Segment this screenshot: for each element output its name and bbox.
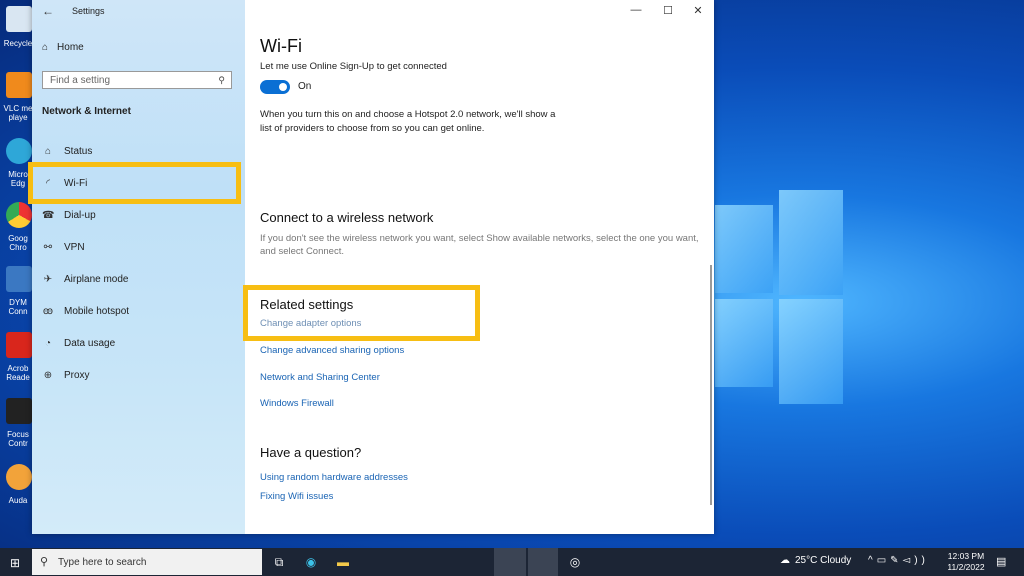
window-title: Settings (72, 6, 105, 16)
edge-icon[interactable] (6, 138, 32, 164)
sidebar-item-mobile-hotspot[interactable]: ꙭ Mobile hotspot (42, 302, 129, 320)
windows-logo-wallpaper (715, 175, 845, 415)
online-signup-label: Let me use Online Sign-Up to get connect… (260, 61, 447, 72)
home-nav-item[interactable]: ⌂ Home (42, 42, 84, 53)
toggle-state-label: On (298, 81, 312, 92)
taskbar: ⊞ ⚲ Type here to search ⧉ ◉ ▬ ◎ ☁ 25°C C… (0, 548, 1024, 576)
sidebar-item-data-usage[interactable]: ◔ Data usage (42, 334, 115, 352)
random-hardware-addresses-link[interactable]: Using random hardware addresses (260, 472, 408, 483)
connect-heading: Connect to a wireless network (260, 210, 434, 225)
network-sharing-center-link[interactable]: Network and Sharing Center (260, 372, 380, 383)
connect-description: If you don't see the wireless network yo… (260, 233, 699, 257)
taskbar-search-placeholder: Type here to search (58, 557, 147, 568)
fixing-wifi-issues-link[interactable]: Fixing Wifi issues (260, 491, 333, 502)
cloud-icon: ☁ (780, 555, 790, 566)
desktop-label: Recycle (3, 39, 33, 48)
sidebar-item-label: Airplane mode (64, 273, 129, 285)
taskbar-app[interactable] (528, 548, 558, 576)
question-heading: Have a question? (260, 445, 362, 460)
sidebar-item-status[interactable]: ⌂ Status (42, 142, 92, 160)
search-icon: ⚲ (40, 556, 49, 568)
home-label: Home (57, 42, 84, 53)
main-content: Wi-Fi Let me use Online Sign-Up to get c… (243, 0, 714, 534)
file-explorer-icon[interactable]: ▬ (334, 553, 352, 571)
search-icon: ⚲ (218, 75, 225, 85)
scrollbar[interactable] (710, 265, 712, 505)
vpn-icon: ⚯ (43, 241, 53, 253)
sidebar-item-label: VPN (64, 241, 85, 253)
sidebar-item-vpn[interactable]: ⚯ VPN (42, 238, 85, 256)
page-title: Wi-Fi (260, 36, 302, 56)
sidebar-item-label: Status (64, 145, 93, 157)
desktop-label: Auda (8, 496, 28, 505)
sidebar-item-proxy[interactable]: ⊕ Proxy (42, 366, 90, 384)
notification-icon[interactable]: ▤ (996, 555, 1006, 568)
dymo-icon[interactable] (6, 266, 32, 292)
sidebar-item-label: Data usage (64, 337, 116, 349)
change-advanced-sharing-link[interactable]: Change advanced sharing options (260, 345, 404, 356)
home-icon: ⌂ (42, 42, 49, 53)
section-title: Network & Internet (42, 106, 131, 117)
recycle-bin-icon[interactable] (6, 6, 32, 32)
search-placeholder: Find a setting (50, 75, 111, 86)
sidebar-item-label: Dial-up (64, 209, 96, 221)
settings-taskbar-app[interactable] (494, 548, 526, 576)
audacity-icon[interactable] (6, 464, 32, 490)
vlc-icon[interactable] (6, 72, 32, 98)
system-tray-icons[interactable]: ^▭✎◅)) (868, 555, 929, 566)
phone-icon: ☎ (42, 209, 55, 221)
weather-text: 25°C Cloudy (795, 555, 852, 566)
weather-widget[interactable]: ☁ 25°C Cloudy (780, 555, 851, 566)
obs-icon[interactable]: ◎ (566, 553, 584, 571)
airplane-icon: ✈ (43, 273, 53, 285)
taskbar-search-box[interactable]: ⚲ Type here to search (32, 549, 262, 575)
desktop-icons: Recycle VLC me playe Micro Edg Goog Chro… (0, 0, 34, 548)
time-text: 12:03 PM (947, 551, 985, 561)
sidebar-item-label: Proxy (64, 369, 90, 381)
data-usage-icon: ◔ (44, 337, 52, 349)
find-setting-input[interactable]: Find a setting ⚲ (42, 71, 232, 89)
related-settings-highlight (243, 285, 480, 341)
clock[interactable]: 12:03 PM 11/2/2022 (946, 551, 986, 573)
wifi-highlight (28, 162, 241, 204)
desktop-label: Acrob Reade (6, 364, 30, 382)
sidebar: ⌂ Home Find a setting ⚲ Network & Intern… (32, 0, 245, 534)
task-view-icon[interactable]: ⧉ (270, 553, 288, 571)
windows-firewall-link[interactable]: Windows Firewall (260, 398, 334, 409)
acrobat-icon[interactable] (6, 332, 32, 358)
globe-icon: ⊕ (43, 369, 53, 381)
desktop-label: DYM Conn (8, 298, 28, 316)
chrome-icon[interactable] (6, 202, 32, 228)
desktop-label: Focus Contr (7, 430, 29, 448)
desktop-label: Goog Chro (8, 234, 28, 252)
hotspot-description: When you turn this on and choose a Hotsp… (260, 109, 556, 134)
settings-window: ⌂ Home Find a setting ⚲ Network & Intern… (28, 0, 714, 534)
hotspot-icon: ꙭ (42, 305, 54, 317)
back-arrow-icon[interactable]: ← (42, 4, 54, 18)
windows-start-icon[interactable]: ⊞ (10, 556, 20, 570)
status-icon: ⌂ (44, 145, 52, 157)
desktop-label: VLC me playe (3, 104, 33, 122)
sidebar-item-label: Mobile hotspot (64, 305, 130, 317)
online-signup-toggle[interactable] (260, 80, 290, 94)
focusrite-icon[interactable] (6, 398, 32, 424)
sidebar-item-airplane-mode[interactable]: ✈ Airplane mode (42, 270, 129, 288)
edge-icon[interactable]: ◉ (302, 553, 320, 571)
sidebar-item-dialup[interactable]: ☎ Dial-up (42, 206, 96, 224)
date-text: 11/2/2022 (947, 562, 985, 572)
